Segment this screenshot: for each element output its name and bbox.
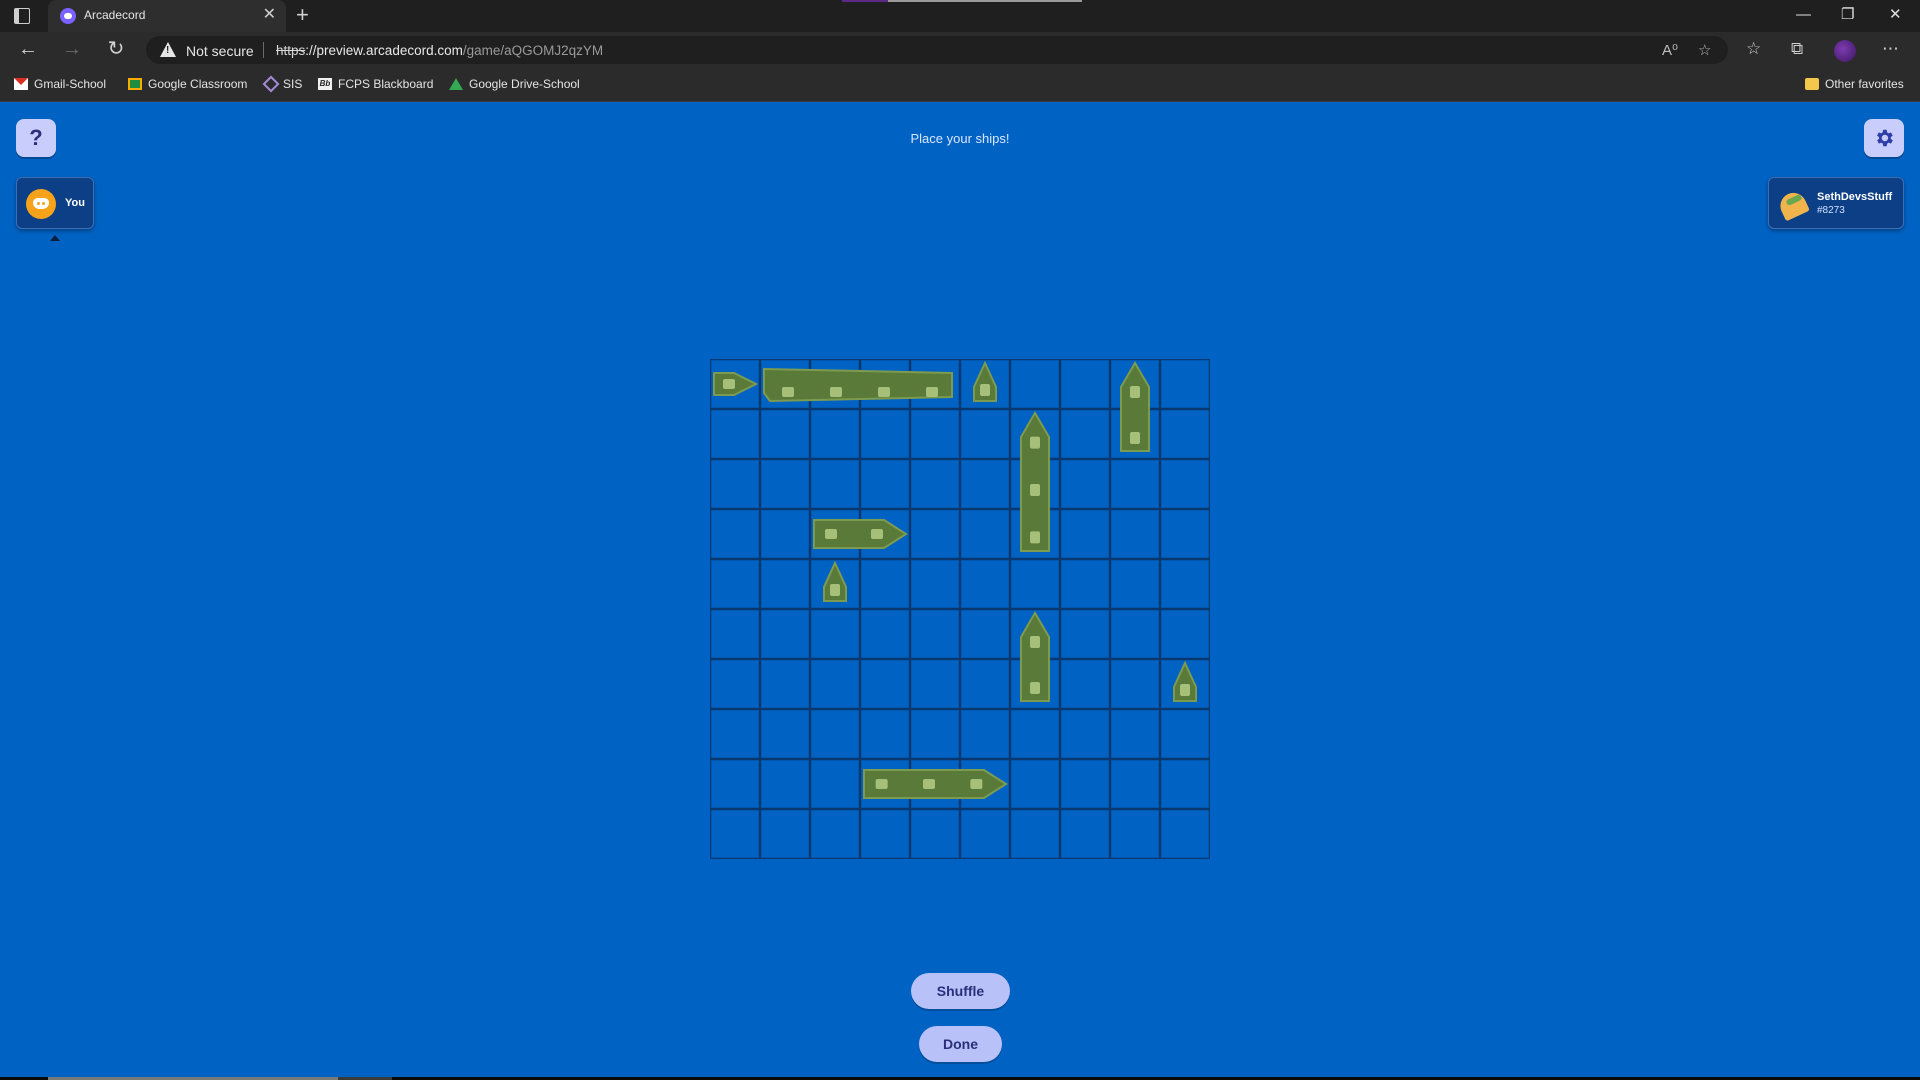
ship-deck-detail — [980, 384, 990, 396]
turn-indicator-icon — [50, 235, 60, 241]
player-card-opponent: SethDevsStuff #8273 — [1768, 177, 1904, 229]
game-status: Place your ships! — [910, 131, 1010, 146]
ship-destroyer[interactable] — [813, 519, 908, 549]
ship-deck-detail — [871, 529, 883, 539]
ship-battleship[interactable] — [863, 769, 1008, 799]
ship-deck-detail — [1030, 531, 1040, 544]
arcadecord-favicon-icon — [60, 8, 76, 24]
gear-icon — [1877, 129, 1893, 147]
discord-icon — [26, 189, 56, 219]
bookmark-label: Gmail-School — [34, 77, 107, 91]
done-button[interactable]: Done — [919, 1026, 1002, 1062]
bookmark-label: SIS — [283, 77, 303, 91]
sis-icon — [262, 75, 280, 93]
ship-deck-detail — [830, 584, 840, 596]
favorites-icon[interactable]: ☆ — [1746, 39, 1761, 59]
back-button[interactable]: ← — [16, 38, 40, 60]
ship-deck-detail — [923, 779, 935, 789]
ship-deck-detail — [830, 387, 842, 397]
new-tab-button[interactable]: + — [296, 3, 309, 27]
player-tag: #8273 — [1817, 205, 1845, 216]
ship-deck-detail — [1030, 682, 1040, 694]
address-bar[interactable]: Not secure https://preview.arcadecord.co… — [146, 36, 1728, 64]
folder-icon — [1805, 78, 1819, 90]
shuffle-button[interactable]: Shuffle — [911, 973, 1010, 1009]
bookmark-sis[interactable]: SIS — [262, 75, 303, 93]
collections-icon[interactable]: ⧉ — [1791, 39, 1803, 59]
minimize-button[interactable]: — — [1796, 6, 1811, 24]
warning-icon — [160, 42, 176, 57]
accent-bar — [842, 0, 888, 2]
forward-button[interactable]: → — [60, 38, 84, 60]
bookmark-label: FCPS Blackboard — [338, 77, 434, 91]
divider — [263, 42, 264, 58]
board-grid[interactable] — [710, 359, 1210, 859]
url-scheme: https — [276, 43, 306, 58]
tab-actions-icon[interactable] — [14, 8, 30, 24]
settings-button[interactable] — [1864, 119, 1904, 157]
bookmark-label: Google Drive-School — [469, 77, 580, 91]
ship-deck-detail — [1030, 636, 1040, 648]
ship-deck-detail — [782, 387, 794, 397]
tab-title: Arcadecord — [84, 8, 146, 22]
ship-deck-detail — [878, 387, 890, 397]
other-favorites-label: Other favorites — [1825, 77, 1904, 91]
ship-deck-detail — [875, 779, 888, 789]
browser-toolbar: ← → ↻ Not secure https://preview.arcadec… — [0, 32, 1920, 68]
ship-deck-detail — [1130, 386, 1140, 398]
ship-deck-detail — [1130, 432, 1140, 444]
game-area: ? Place your ships! You SethDevsStuff #8… — [0, 102, 1920, 1080]
url-path: /game/aQGOMJ2qzYM — [462, 43, 604, 58]
reload-button[interactable]: ↻ — [104, 38, 128, 60]
browser-titlebar: Arcadecord ✕ + — ❐ ✕ — [0, 0, 1920, 32]
player-name: You — [65, 197, 85, 209]
security-status[interactable]: Not secure — [186, 43, 254, 59]
player-card-you: You — [16, 177, 94, 229]
bookmark-fcps-blackboard[interactable]: Bb FCPS Blackboard — [318, 77, 433, 91]
ship-deck-detail — [825, 529, 837, 539]
add-favorite-icon[interactable]: ☆ — [1698, 41, 1711, 59]
close-window-button[interactable]: ✕ — [1889, 6, 1902, 24]
bookmark-google-drive-school[interactable]: Google Drive-School — [449, 77, 580, 91]
drive-icon — [449, 78, 463, 90]
tab-close-icon[interactable]: ✕ — [263, 6, 276, 24]
blackboard-icon: Bb — [318, 78, 332, 90]
bookmarks-bar: Gmail-School Google Classroom SIS Bb FCPS… — [0, 68, 1920, 102]
ship-deck-detail — [723, 379, 735, 389]
profile-avatar[interactable] — [1834, 40, 1856, 62]
url-host: ://preview.arcadecord.com — [305, 43, 463, 58]
bookmark-gmail-school[interactable]: Gmail-School — [14, 77, 106, 91]
game-board[interactable] — [710, 359, 1210, 859]
ship-carrier[interactable] — [763, 367, 953, 403]
browser-tab[interactable]: Arcadecord ✕ — [48, 0, 286, 32]
player-name: SethDevsStuff — [1817, 191, 1893, 203]
taco-icon — [1778, 189, 1808, 219]
read-aloud-icon[interactable]: A⁰ — [1662, 41, 1678, 59]
ship-deck-detail — [1030, 484, 1040, 496]
ship-deck-detail — [1030, 436, 1040, 449]
url-text[interactable]: https://preview.arcadecord.com/game/aQGO… — [276, 43, 603, 58]
accent-bar — [888, 0, 1082, 2]
bookmark-google-classroom[interactable]: Google Classroom — [128, 77, 247, 91]
bookmark-label: Google Classroom — [148, 77, 248, 91]
ship-deck-detail — [926, 387, 938, 397]
classroom-icon — [128, 78, 142, 90]
ship-deck-detail — [970, 779, 983, 789]
gmail-icon — [14, 78, 28, 90]
other-favorites[interactable]: Other favorites — [1805, 77, 1904, 91]
ship-battleship[interactable] — [1020, 411, 1050, 552]
ship-deck-detail — [1180, 684, 1190, 696]
ship-hull[interactable] — [1020, 411, 1050, 552]
restore-button[interactable]: ❐ — [1841, 6, 1854, 24]
more-menu-icon[interactable]: ⋯ — [1882, 39, 1899, 59]
